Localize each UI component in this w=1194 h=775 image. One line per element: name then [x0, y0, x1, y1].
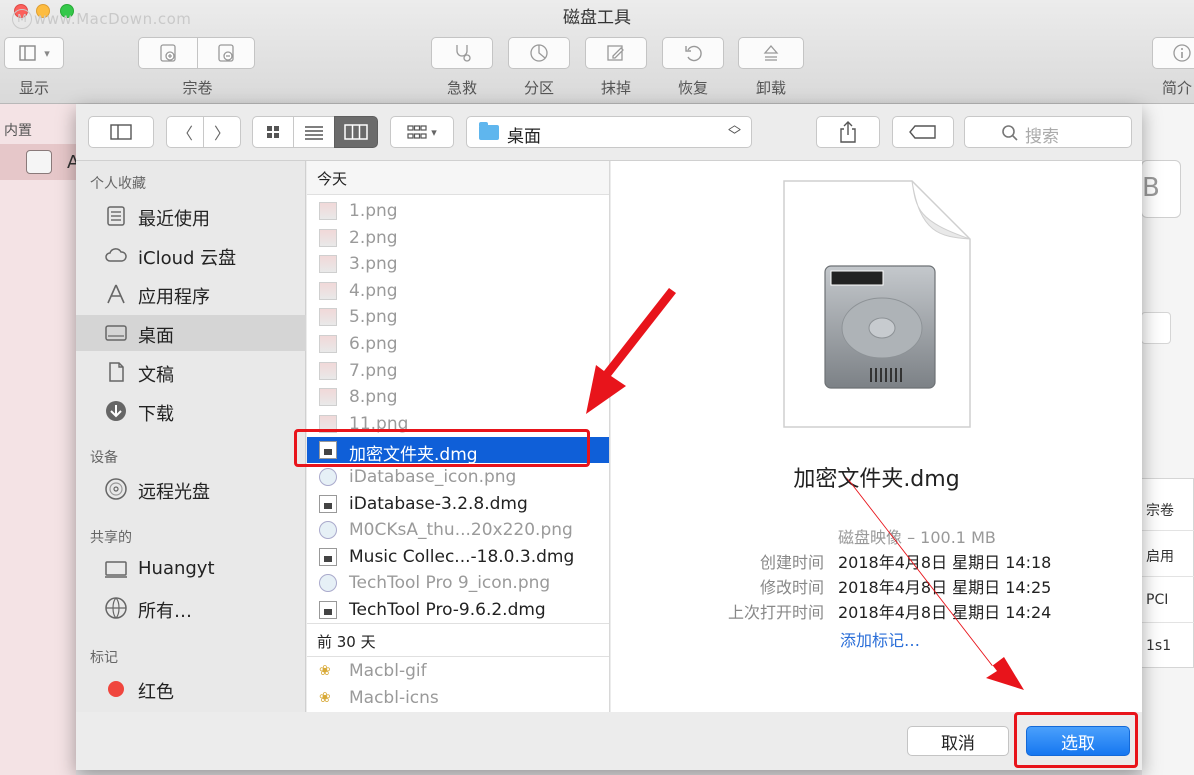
annotation-arrow-to-choose [845, 476, 1024, 690]
annotation-arrow-to-file [586, 288, 676, 414]
annotation-arrows [586, 288, 1024, 690]
